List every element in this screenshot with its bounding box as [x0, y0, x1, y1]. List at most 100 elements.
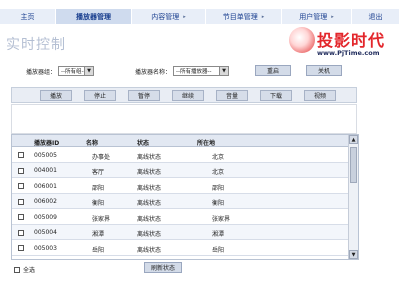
logo-url: www.PjTime.com: [317, 49, 380, 57]
arrow-right-icon: ▸: [183, 13, 186, 20]
row-checkbox[interactable]: [18, 198, 24, 205]
nav-item-user-management[interactable]: 用户管理 ▸: [282, 9, 352, 24]
logo-emblem-icon: [289, 27, 315, 53]
table-header: 播放器ID 名称 状态 所在地: [12, 135, 349, 147]
nav-label: 用户管理: [299, 12, 328, 21]
play-button[interactable]: 播放: [40, 90, 72, 101]
nav-label: 退出: [368, 12, 383, 21]
select-all-label: 全选: [23, 267, 36, 274]
row-checkbox[interactable]: [18, 229, 24, 236]
name-filter-label: 播放器名称：: [135, 68, 172, 76]
group-select-value: --所有组--: [61, 69, 86, 75]
cell-location: 北京: [212, 169, 225, 176]
row-checkbox[interactable]: [18, 152, 24, 158]
cell-location: 湘潭: [212, 231, 225, 238]
cell-name: 客厅: [92, 169, 105, 176]
resume-button[interactable]: 继续: [172, 90, 204, 101]
nav-label: 节目单管理: [222, 12, 258, 21]
table-row[interactable]: 004001 客厅 离线状态 北京: [12, 162, 349, 178]
cell-name: 办事处: [92, 153, 111, 161]
nav-item-logout[interactable]: 退出: [352, 9, 400, 24]
cell-id: 005004: [34, 229, 57, 236]
scroll-up-icon[interactable]: ▲: [349, 135, 358, 144]
video-button[interactable]: 视频: [304, 90, 336, 101]
scroll-thumb[interactable]: [350, 147, 357, 183]
select-all[interactable]: 全选: [14, 265, 35, 274]
nav-item-content-management[interactable]: 内容管理 ▸: [132, 9, 206, 24]
cell-name: 张家界: [92, 215, 111, 223]
column-header-location[interactable]: 所在地: [197, 138, 215, 147]
column-header-status[interactable]: 状态: [137, 138, 149, 147]
nav-item-player-management[interactable]: 播放器管理: [56, 9, 132, 24]
cell-status: 离线状态: [137, 215, 162, 223]
arrow-right-icon: ▸: [261, 13, 265, 20]
table-scrollbar[interactable]: ▲ ▼: [348, 135, 358, 259]
player-name-select-value: --所有播放器--: [176, 69, 212, 75]
cell-name: 衡阳: [92, 200, 105, 207]
cell-status: 离线状态: [137, 246, 162, 254]
group-filter-label: 播放器组：: [26, 68, 57, 76]
cell-status: 离线状态: [137, 169, 162, 176]
table-row[interactable]: 006002 衡阳 离线状态 衡阳: [12, 193, 349, 209]
select-all-checkbox[interactable]: [14, 266, 20, 273]
cell-id: 005003: [34, 244, 57, 252]
name-filter: 播放器名称： --所有播放器-- ▼: [135, 66, 230, 76]
cell-id: 006001: [34, 182, 57, 190]
chevron-down-icon: ▼: [219, 67, 229, 75]
table-row[interactable]: 005003 岳阳 离线状态 岳阳: [12, 240, 349, 256]
table-row[interactable]: 005009 张家界 离线状态 张家界: [12, 209, 349, 225]
cell-status: 离线状态: [137, 200, 162, 207]
row-checkbox[interactable]: [18, 183, 24, 189]
status-panel: [11, 104, 357, 134]
shutdown-button[interactable]: 关机: [306, 65, 342, 76]
cell-name: 岳阳: [92, 246, 105, 254]
column-header-id[interactable]: 播放器ID: [34, 138, 59, 147]
cell-status: 离线状态: [137, 153, 162, 161]
chevron-down-icon: ▼: [84, 67, 94, 75]
group-select[interactable]: --所有组-- ▼: [58, 66, 95, 76]
cell-status: 离线状态: [137, 184, 162, 192]
scroll-down-icon[interactable]: ▼: [349, 250, 358, 259]
column-header-name[interactable]: 名称: [86, 138, 98, 147]
cell-location: 张家界: [212, 215, 231, 223]
nav-item-program-management[interactable]: 节目单管理 ▸: [206, 9, 282, 24]
control-toolbar: 播放 停止 暂停 继续 音量 下载 视频: [11, 87, 357, 103]
cell-id: 004001: [34, 167, 57, 174]
page: 主页 播放器管理 内容管理 ▸ 节目单管理 ▸ 用户管理 ▸ 退出 实时控制 投…: [0, 0, 400, 286]
restart-button[interactable]: 重启: [255, 65, 291, 76]
stop-button[interactable]: 停止: [84, 90, 116, 101]
table-row[interactable]: 006001 邵阳 离线状态 邵阳: [12, 178, 349, 194]
player-name-select[interactable]: --所有播放器-- ▼: [173, 66, 230, 76]
pause-button[interactable]: 暂停: [128, 90, 160, 101]
cell-id: 005009: [34, 213, 57, 221]
top-nav: 主页 播放器管理 内容管理 ▸ 节目单管理 ▸ 用户管理 ▸ 退出: [0, 9, 400, 24]
cell-id: 006002: [34, 198, 57, 205]
page-title: 实时控制: [6, 37, 66, 53]
group-filter: 播放器组： --所有组-- ▼: [26, 66, 95, 76]
table-row[interactable]: 005005 办事处 离线状态 北京: [12, 147, 349, 163]
volume-button[interactable]: 音量: [216, 90, 248, 101]
cell-location: 邵阳: [212, 184, 225, 192]
cell-status: 离线状态: [137, 231, 162, 238]
nav-label: 内容管理: [151, 12, 180, 21]
row-checkbox[interactable]: [18, 245, 24, 251]
cell-name: 邵阳: [92, 184, 105, 192]
cell-name: 湘潭: [92, 231, 105, 238]
cell-location: 衡阳: [212, 200, 225, 207]
arrow-right-icon: ▸: [331, 13, 334, 20]
nav-label: 播放器管理: [76, 12, 111, 21]
logo: 投影时代 www.PjTime.com: [289, 25, 395, 63]
refresh-status-button[interactable]: 刷新状态: [144, 262, 182, 273]
row-checkbox[interactable]: [18, 167, 24, 174]
cell-location: 岳阳: [212, 246, 225, 254]
player-table: 播放器ID 名称 状态 所在地 005005 办事处 离线状态 北京 00400…: [11, 134, 359, 260]
cell-id: 005005: [34, 151, 57, 159]
row-checkbox[interactable]: [18, 214, 24, 220]
table-body: 005005 办事处 离线状态 北京 004001 客厅 离线状态 北京 006…: [12, 147, 349, 256]
download-button[interactable]: 下载: [260, 90, 292, 101]
table-row[interactable]: 005004 湘潭 离线状态 湘潭: [12, 224, 349, 240]
nav-label: 主页: [20, 12, 35, 21]
cell-location: 北京: [212, 153, 225, 161]
table-footer: 全选 刷新状态: [11, 262, 359, 276]
nav-item-home[interactable]: 主页: [0, 9, 56, 24]
